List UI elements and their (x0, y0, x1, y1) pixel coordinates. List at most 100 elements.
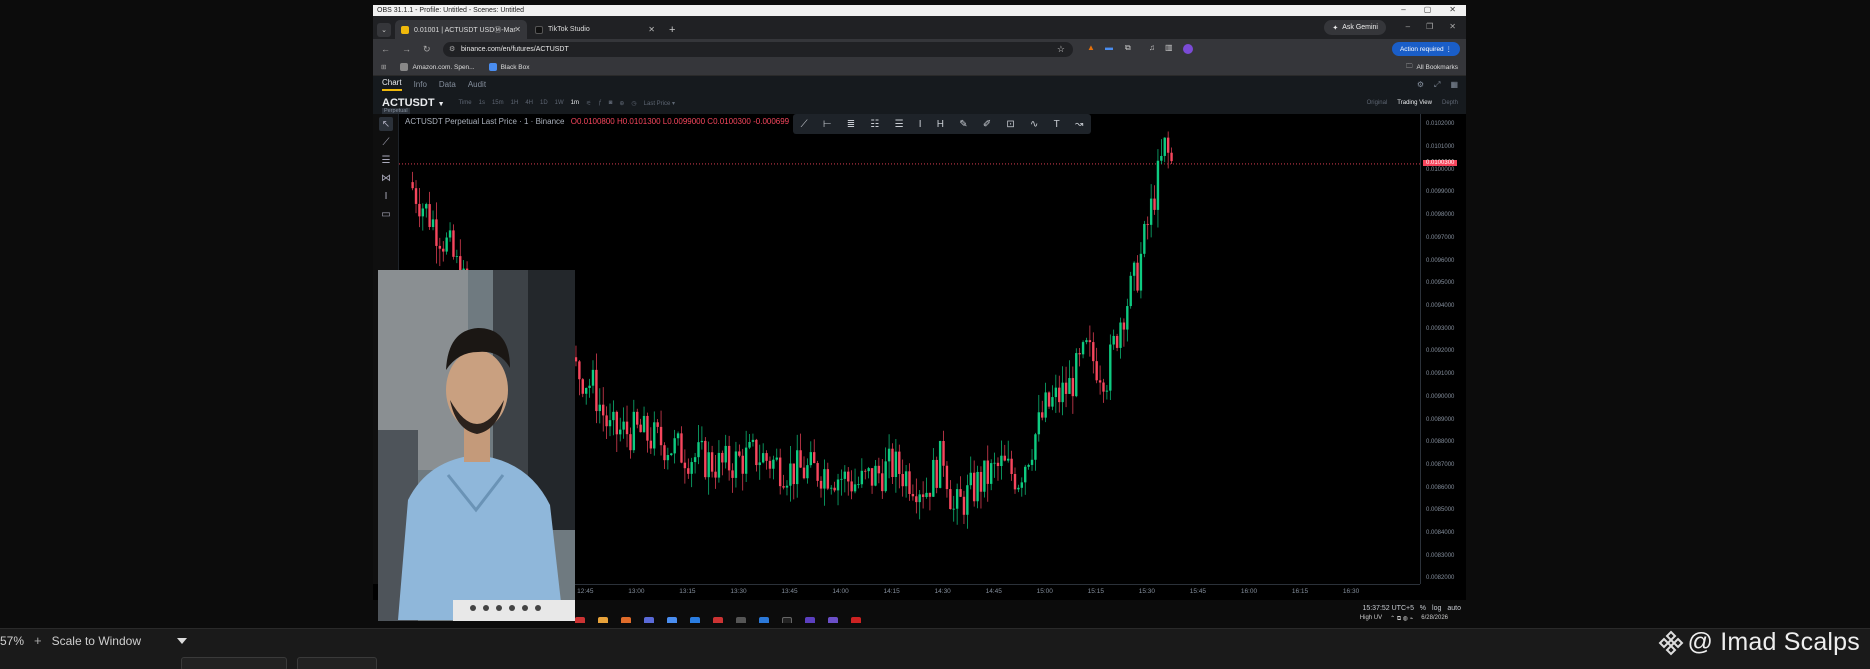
price-source-dropdown[interactable]: Last Price ▾ (644, 100, 675, 107)
rectangle-tool-icon[interactable]: ⊡ (1006, 119, 1014, 130)
obs-title-bar: OBS 31.1.1 - Profile: Untitled - Scenes:… (373, 5, 1466, 16)
profile-avatar[interactable] (1183, 44, 1193, 54)
address-bar[interactable]: ⚙ binance.com/en/futures/ACTUSDT ☆ (443, 41, 1073, 57)
highlighter-icon[interactable]: ✐ (983, 119, 991, 130)
minimize-icon[interactable]: – (1406, 22, 1410, 31)
parallel-channel-icon[interactable]: ≣ (847, 119, 855, 130)
bookmark-amazon[interactable]: Amazon.com. Spen... (400, 63, 475, 71)
price-axis[interactable]: 0.0102000 0.0101000 0.0100000 0.0099000 0.00… (1420, 114, 1466, 584)
view-depth[interactable]: Depth (1442, 100, 1458, 106)
channel-icon[interactable]: ☷ (870, 119, 879, 130)
interval-1h[interactable]: 1H (511, 100, 519, 106)
all-bookmarks-button[interactable]: 🗀 All Bookmarks (1406, 62, 1458, 73)
app-icon[interactable] (575, 616, 585, 623)
ask-gemini-button[interactable]: ✦ Ask Gemini (1324, 20, 1386, 35)
obs-dock-button[interactable] (181, 657, 287, 669)
app-icon[interactable] (736, 616, 746, 623)
scale-mode-dropdown[interactable]: Scale to Window (52, 634, 141, 648)
tab-binance[interactable]: 0.01001 | ACTUSDT USDⓂ-Mar ✕ (395, 20, 527, 39)
tab-info[interactable]: Info (414, 80, 427, 89)
obs-dock-button[interactable] (297, 657, 377, 669)
tab-chart[interactable]: Chart (382, 78, 402, 91)
tray-icons[interactable]: ⌃ ⧉ ◍ ⌁ (1390, 615, 1413, 623)
site-info-icon[interactable]: ⚙ (449, 45, 455, 53)
sidebar-icon[interactable]: ▥ (1165, 43, 1173, 52)
weather-widget[interactable]: High UV (1360, 615, 1382, 623)
candle-body (952, 508, 955, 510)
maximize-icon[interactable]: ▢ (1424, 5, 1432, 14)
interval-15m[interactable]: 15m (492, 100, 504, 106)
text-tool-icon[interactable]: Ι (379, 189, 393, 203)
chevron-down-icon[interactable] (177, 637, 187, 644)
log-toggle[interactable]: log (1432, 605, 1441, 612)
bookmark-star-icon[interactable]: ☆ (1057, 44, 1065, 55)
minimize-icon[interactable]: – (1401, 5, 1405, 14)
extension-icon[interactable]: ▬ (1105, 43, 1113, 52)
indicators-icon[interactable]: ƒ (598, 100, 601, 106)
tab-close-icon[interactable]: ✕ (648, 25, 655, 34)
alert-icon[interactable]: ◷ (631, 100, 636, 107)
new-tab-button[interactable]: + (669, 24, 675, 36)
rectangle-icon[interactable]: ▭ (379, 207, 393, 221)
restore-icon[interactable]: ❐ (1426, 22, 1433, 31)
app-icon[interactable] (690, 616, 700, 623)
close-icon[interactable]: ✕ (1449, 22, 1456, 31)
view-original[interactable]: Original (1367, 100, 1388, 106)
media-icon[interactable]: ♫ (1149, 43, 1155, 52)
path-icon[interactable]: ∿ (1030, 119, 1038, 130)
app-icon[interactable] (644, 616, 654, 623)
app-icon[interactable] (851, 616, 861, 623)
interval-4h[interactable]: 4H (525, 100, 533, 106)
trend-line-icon[interactable]: ⟋ (379, 135, 393, 149)
action-required-button[interactable]: Action required ⋮ (1391, 42, 1460, 56)
screenshot-icon[interactable]: ◙ (609, 100, 613, 106)
expand-icon[interactable]: ⤢ (1434, 80, 1440, 90)
app-icon[interactable] (805, 616, 815, 623)
tab-search-icon[interactable]: ⌄ (377, 23, 391, 37)
compare-icon[interactable]: ⊕ (619, 100, 624, 107)
text-icon[interactable]: T (1054, 119, 1060, 130)
interval-1w[interactable]: 1W (555, 100, 564, 106)
app-icon[interactable] (782, 616, 792, 623)
interval-time[interactable]: Time (459, 100, 472, 106)
settings-icon[interactable]: ⚙ (1417, 80, 1424, 90)
interval-1m[interactable]: 1m (571, 100, 579, 106)
bookmark-black-box[interactable]: Black Box (488, 63, 530, 71)
extensions-puzzle-icon[interactable]: ⧉ (1125, 43, 1131, 53)
app-icon[interactable] (828, 616, 838, 623)
app-icon[interactable] (713, 616, 723, 623)
curve-icon[interactable]: ↝ (1075, 119, 1083, 130)
price-range-icon[interactable]: Ι (919, 119, 922, 130)
close-icon[interactable]: ✕ (1449, 5, 1456, 14)
date-range-icon[interactable]: H (937, 119, 944, 130)
extension-icon[interactable]: ▲ (1087, 43, 1095, 52)
layout-icon[interactable]: ▦ (1450, 80, 1458, 90)
back-icon[interactable]: ← (381, 44, 390, 54)
tab-tiktok[interactable]: TikTok Studio ✕ (529, 20, 661, 39)
fib-icon[interactable]: ☰ (379, 153, 393, 167)
brush-icon[interactable]: ✎ (959, 119, 967, 130)
apps-grid-icon[interactable]: ⊞ (381, 63, 386, 71)
fib-retracement-icon[interactable]: ☰ (895, 119, 904, 130)
tab-audit[interactable]: Audit (468, 80, 486, 89)
percent-toggle[interactable]: % (1420, 605, 1426, 612)
cursor-icon[interactable]: ↖ (379, 117, 393, 131)
pattern-icon[interactable]: ⋈ (379, 171, 393, 185)
tab-data[interactable]: Data (439, 80, 456, 89)
interval-1d[interactable]: 1D (540, 100, 548, 106)
view-trading-view[interactable]: Trading View (1397, 100, 1432, 106)
horizontal-ray-icon[interactable]: ⊢ (823, 119, 832, 130)
line-tool-icon[interactable]: ⟋ (801, 119, 808, 130)
auto-toggle[interactable]: auto (1447, 605, 1461, 612)
chart-type-icon[interactable]: ⚟ (586, 100, 591, 107)
reload-icon[interactable]: ↻ (423, 44, 431, 55)
interval-1s[interactable]: 1s (479, 100, 485, 106)
app-icon[interactable] (598, 616, 608, 623)
tab-close-icon[interactable]: ✕ (514, 25, 521, 34)
candle-body (636, 411, 639, 425)
app-icon[interactable] (759, 616, 769, 623)
app-icon[interactable] (621, 616, 631, 623)
forward-icon[interactable]: → (402, 44, 411, 54)
app-icon[interactable] (667, 616, 677, 623)
zoom-in-button[interactable]: + (34, 633, 42, 648)
